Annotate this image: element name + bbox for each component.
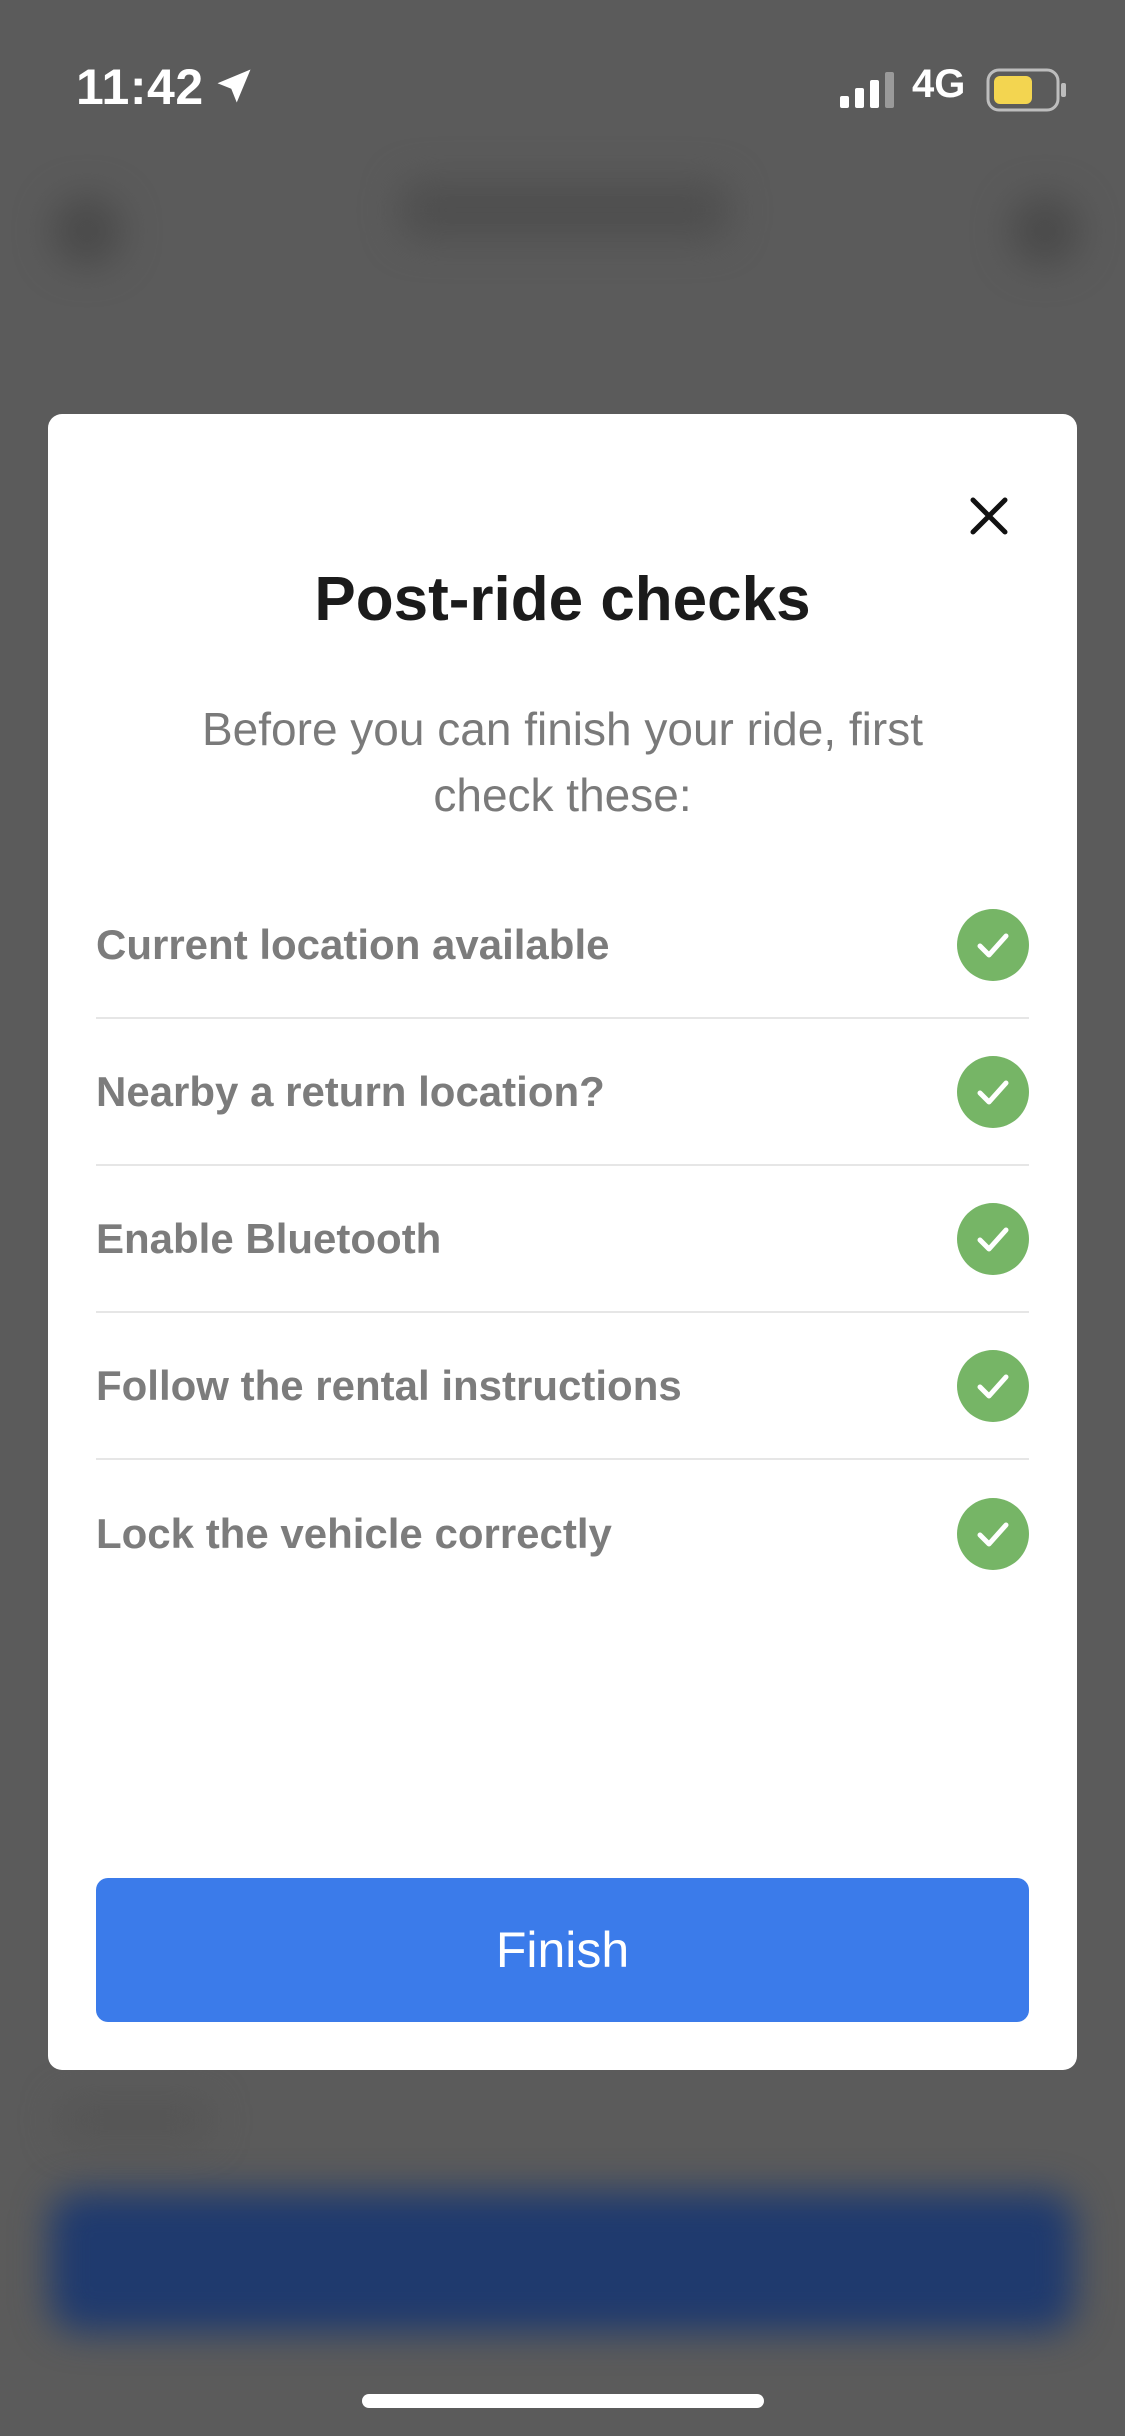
status-bar: 11:42 4G — [0, 0, 1125, 180]
post-ride-checks-modal: Post-ride checks Before you can finish y… — [48, 414, 1077, 2070]
background-title — [400, 180, 730, 240]
checkmark-icon — [957, 1349, 1029, 1422]
network-type: 4G — [912, 62, 966, 106]
check-item-bluetooth: Enable Bluetooth — [96, 1166, 1029, 1313]
background-action-button — [50, 2192, 1075, 2332]
background-menu-button — [1010, 196, 1080, 266]
check-list: Current location available Nearby a retu… — [96, 872, 1029, 1607]
home-indicator[interactable] — [362, 2394, 764, 2408]
check-label: Enable Bluetooth — [96, 1214, 442, 1262]
check-label: Lock the vehicle correctly — [96, 1509, 612, 1557]
checkmark-icon — [957, 1202, 1029, 1275]
battery-icon — [986, 68, 1066, 112]
checkmark-icon — [957, 1055, 1029, 1128]
checkmark-icon — [957, 1497, 1029, 1570]
location-arrow-icon — [217, 69, 251, 103]
check-item-return-location: Nearby a return location? — [96, 1019, 1029, 1166]
finish-button[interactable]: Finish — [96, 1878, 1029, 2022]
background-back-button — [52, 196, 122, 266]
status-time: 11:42 — [76, 59, 204, 115]
cellular-signal-icon — [840, 72, 894, 108]
check-item-location: Current location available — [96, 872, 1029, 1019]
check-label: Current location available — [96, 920, 610, 968]
check-item-lock-vehicle: Lock the vehicle correctly — [96, 1460, 1029, 1607]
check-item-rental-instructions: Follow the rental instructions — [96, 1313, 1029, 1460]
close-icon — [970, 497, 1008, 535]
checkmark-icon — [957, 908, 1029, 981]
background-text — [60, 2100, 210, 2140]
modal-subtitle: Before you can finish your ride, first c… — [202, 703, 923, 821]
modal-title: Post-ride checks — [314, 565, 811, 634]
check-label: Nearby a return location? — [96, 1067, 605, 1115]
check-label: Follow the rental instructions — [96, 1361, 682, 1409]
close-button[interactable] — [959, 486, 1019, 546]
